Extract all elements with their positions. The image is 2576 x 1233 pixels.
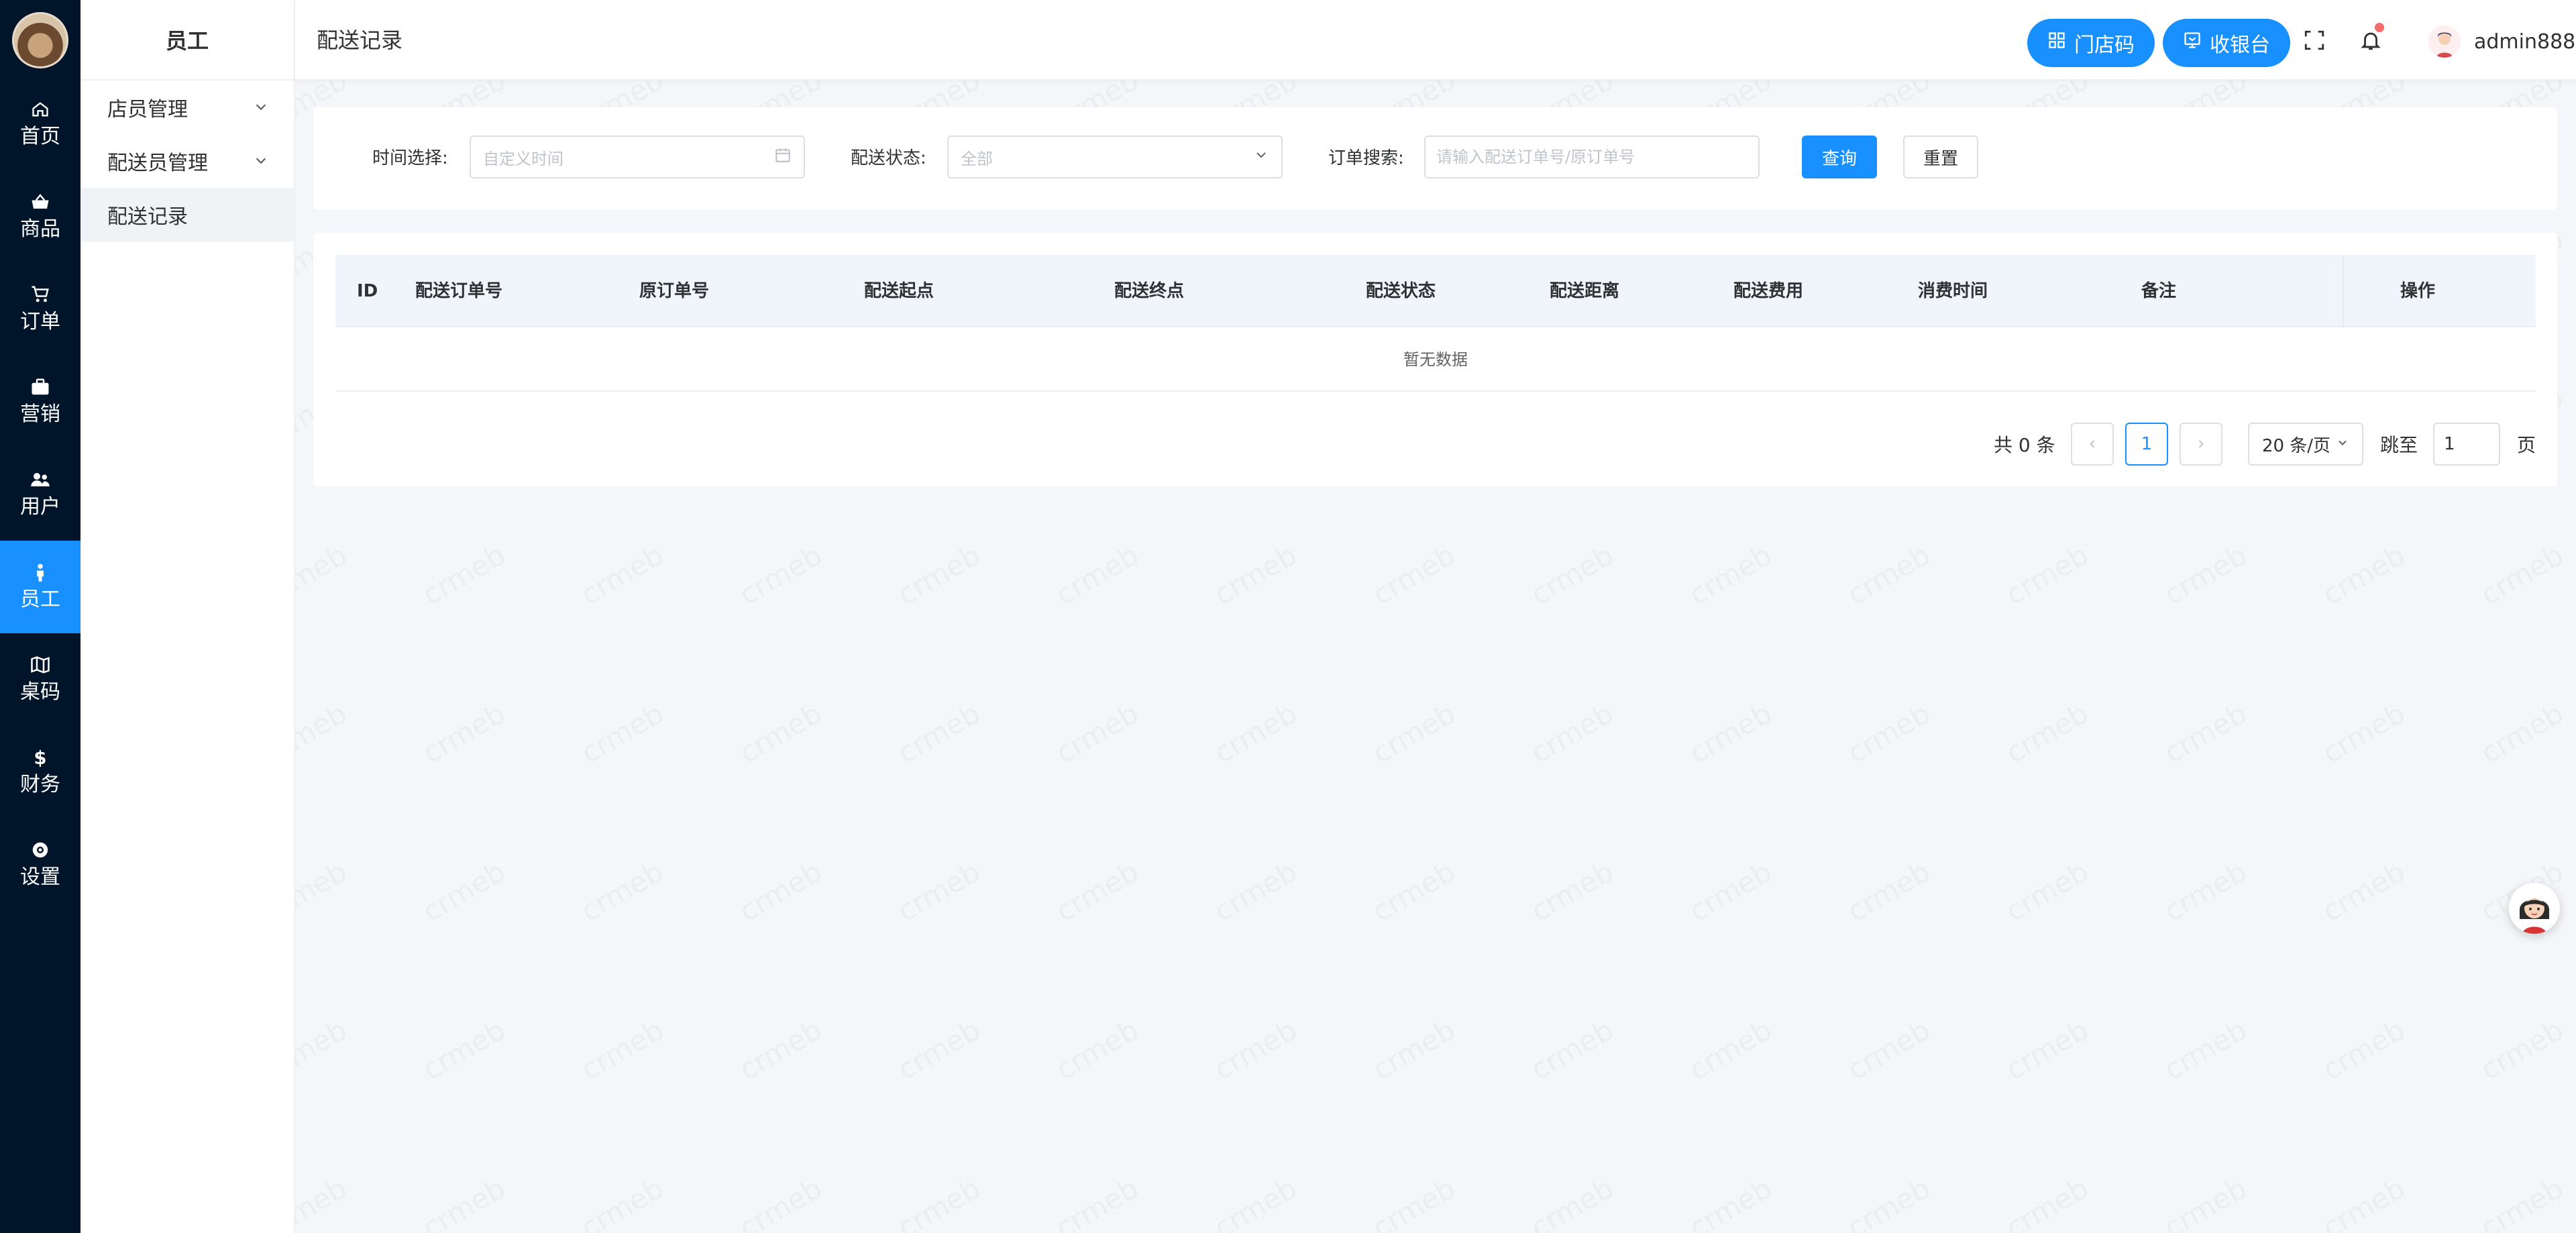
- filter-panel: 时间选择: 自定义时间 配送状态: 全部 订单搜索: 查询 重置: [313, 107, 2557, 209]
- search-label: 订单搜索:: [1328, 148, 1404, 168]
- users-icon: [30, 469, 51, 490]
- rail-label: 员工: [20, 588, 60, 611]
- cashier-label: 收银台: [2210, 34, 2270, 57]
- person-icon: [30, 561, 51, 583]
- column-header-fee: 配送费用: [1733, 281, 1804, 301]
- main-nav-rail: 首页 商品 订单 营销 用户 员工 桌码 $ 财务 设置: [0, 0, 80, 1233]
- rail-label: 财务: [20, 773, 60, 796]
- rail-item-users[interactable]: 用户: [0, 448, 80, 541]
- pagination-total: 共 0 条: [1994, 434, 2055, 456]
- store-code-label: 门店码: [2074, 34, 2135, 57]
- chevron-down-icon: [254, 96, 268, 119]
- fixed-column-divider: [2343, 255, 2344, 327]
- jump-label: 跳至: [2380, 434, 2418, 456]
- cashier-button[interactable]: 收银台: [2163, 19, 2290, 67]
- query-button[interactable]: 查询: [1802, 136, 1877, 178]
- rail-item-marketing[interactable]: 营销: [0, 356, 80, 448]
- rail-label: 营销: [20, 403, 60, 426]
- home-icon: [30, 99, 51, 120]
- submenu-item-label: 店员管理: [107, 98, 188, 121]
- submenu-item-label: 配送记录: [107, 205, 188, 229]
- page-number-button[interactable]: 1: [2125, 423, 2168, 466]
- rail-label: 订单: [20, 310, 60, 333]
- order-search-input[interactable]: [1424, 136, 1760, 178]
- rail-item-finance[interactable]: $ 财务: [0, 726, 80, 818]
- prev-page-button[interactable]: [2071, 423, 2114, 466]
- column-header-origin: 配送起点: [864, 281, 934, 301]
- reset-button[interactable]: 重置: [1903, 136, 1978, 178]
- rail-label: 首页: [20, 125, 60, 148]
- store-code-button[interactable]: 门店码: [2027, 19, 2155, 67]
- page-size-label: 20 条/页: [2261, 435, 2331, 456]
- submenu-item-clerk-management[interactable]: 店员管理: [80, 81, 294, 134]
- rail-item-settings[interactable]: 设置: [0, 818, 80, 911]
- notification-badge: [2375, 23, 2384, 32]
- records-table-card: ID 配送订单号 原订单号 配送起点 配送终点 配送状态 配送距离 配送费用 消…: [313, 233, 2557, 486]
- column-header-remark: 备注: [2141, 281, 2177, 301]
- rail-item-orders[interactable]: 订单: [0, 263, 80, 356]
- monitor-icon: [2183, 31, 2202, 55]
- column-header-distance: 配送距离: [1550, 281, 1620, 301]
- rail-label: 设置: [20, 865, 60, 889]
- page-suffix: 页: [2517, 434, 2536, 456]
- submenu-item-label: 配送员管理: [107, 152, 208, 175]
- rail-item-products[interactable]: 商品: [0, 170, 80, 263]
- table-header: ID 配送订单号 原订单号 配送起点 配送终点 配送状态 配送距离 配送费用 消…: [335, 255, 2536, 327]
- user-menu[interactable]: admin888: [2428, 23, 2575, 60]
- sub-menu: 员工 店员管理 配送员管理 配送记录: [80, 0, 295, 1233]
- column-header-id: ID: [357, 281, 378, 301]
- store-logo[interactable]: [12, 12, 68, 68]
- avatar: [2428, 25, 2461, 58]
- briefcase-icon: [30, 376, 51, 398]
- top-header: 配送记录 门店码 收银台 admin888: [295, 0, 2576, 81]
- chevron-down-icon: [1253, 147, 1269, 167]
- time-range-picker[interactable]: 自定义时间: [470, 136, 805, 178]
- submenu-title: 员工: [80, 0, 294, 81]
- submenu-item-delivery-records[interactable]: 配送记录: [80, 188, 294, 242]
- grid-icon: [2047, 31, 2066, 55]
- rail-label: 商品: [20, 217, 60, 241]
- dollar-icon: $: [30, 747, 51, 768]
- submenu-item-courier-management[interactable]: 配送员管理: [80, 134, 294, 188]
- jump-page-input[interactable]: [2433, 423, 2500, 466]
- column-header-destination: 配送终点: [1114, 281, 1185, 301]
- column-header-actions: 操作: [2400, 281, 2436, 301]
- status-select[interactable]: 全部: [947, 136, 1283, 178]
- column-header-status: 配送状态: [1366, 281, 1436, 301]
- fullscreen-icon[interactable]: [2301, 27, 2328, 54]
- rail-label: 桌码: [20, 680, 60, 704]
- chevron-down-icon: [2336, 434, 2349, 454]
- rail-item-home[interactable]: 首页: [0, 78, 80, 170]
- cart-icon: [30, 284, 51, 305]
- svg-text:$: $: [34, 747, 46, 768]
- page-size-select[interactable]: 20 条/页: [2248, 423, 2363, 466]
- next-page-button[interactable]: [2180, 423, 2222, 466]
- chevron-down-icon: [254, 150, 268, 173]
- username: admin888: [2474, 30, 2576, 54]
- bell-icon[interactable]: [2357, 23, 2384, 54]
- column-header-delivery-order-no: 配送订单号: [415, 281, 503, 301]
- basket-icon: [30, 191, 51, 213]
- rail-item-table-code[interactable]: 桌码: [0, 633, 80, 726]
- calendar-icon: [774, 146, 792, 168]
- breadcrumb: 配送记录: [317, 28, 403, 53]
- column-header-consume-time: 消费时间: [1918, 281, 1988, 301]
- time-label: 时间选择:: [372, 148, 448, 168]
- status-label: 配送状态:: [851, 148, 926, 168]
- time-placeholder: 自定义时间: [483, 149, 564, 168]
- status-value: 全部: [961, 149, 993, 168]
- gear-icon: [30, 839, 51, 861]
- empty-state: 暂无数据: [335, 327, 2536, 392]
- rail-label: 用户: [20, 495, 60, 519]
- map-icon: [30, 654, 51, 676]
- rail-item-staff[interactable]: 员工: [0, 541, 80, 633]
- customer-service-avatar[interactable]: [2509, 883, 2560, 934]
- column-header-original-order-no: 原订单号: [639, 281, 710, 301]
